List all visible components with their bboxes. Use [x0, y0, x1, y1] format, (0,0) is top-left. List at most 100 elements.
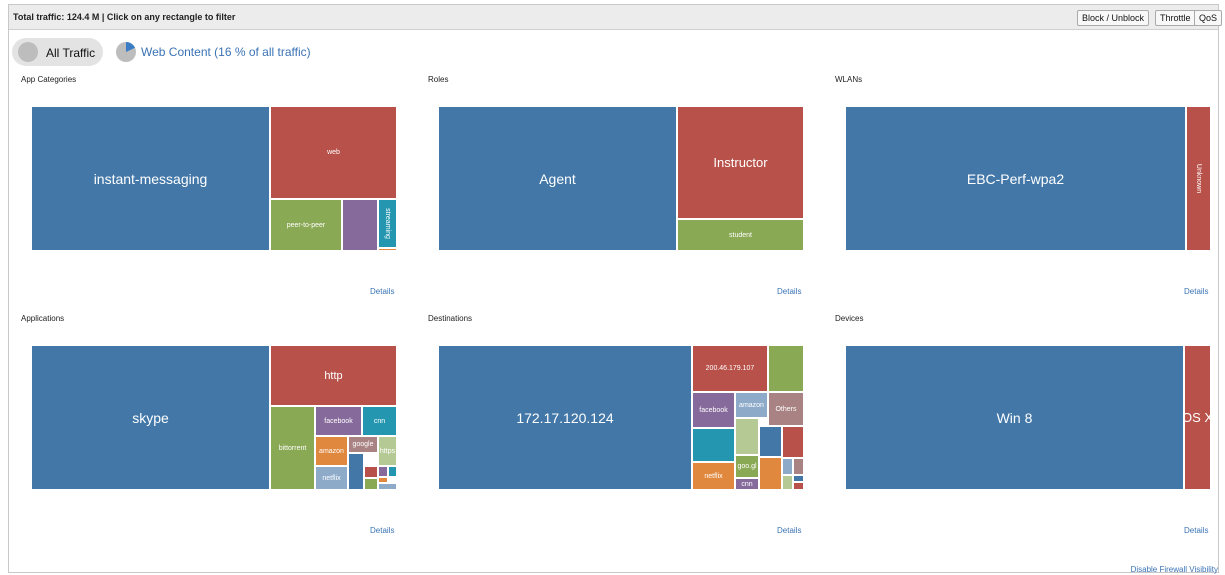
treemap-cell-unlabeled-10[interactable] — [364, 466, 378, 478]
treemap-cell-unlabeled-5[interactable] — [378, 248, 397, 251]
treemap-cell-skype[interactable]: skype — [31, 345, 270, 490]
treemap-cell-others[interactable]: Others — [768, 392, 804, 426]
all-traffic-label: All Traffic — [46, 46, 96, 60]
wlans-title: WLANs — [835, 75, 863, 84]
treemap-cell-unlabeled-15[interactable] — [378, 483, 397, 490]
treemap-cell-unlabeled-2[interactable] — [768, 345, 804, 392]
app-categories-details-link[interactable]: Details — [370, 287, 394, 296]
treemap-cell-http[interactable]: http — [270, 345, 397, 406]
throttle-button[interactable]: Throttle — [1155, 10, 1196, 26]
treemap-cell-facebook[interactable]: facebook — [692, 392, 735, 428]
treemap-cell-facebook[interactable]: facebook — [315, 406, 362, 436]
treemap-cell-unlabeled-16[interactable] — [782, 475, 793, 490]
treemap-cell-unlabeled-8[interactable] — [759, 426, 782, 457]
treemap-cell-label: peer-to-peer — [286, 221, 326, 229]
treemap-cell-label: cnn — [741, 480, 753, 488]
treemap-cell-label: bittorrent — [278, 444, 307, 452]
treemap-cell-label: cnn — [373, 417, 386, 425]
treemap-cell-label: 200.46.179.107 — [705, 365, 755, 372]
roles-title: Roles — [428, 75, 449, 84]
treemap-cell-unlabeled-7[interactable] — [735, 418, 759, 455]
wlans-details-link[interactable]: Details — [1184, 287, 1208, 296]
treemap-cell-instructor[interactable]: Instructor — [677, 106, 804, 219]
treemap-cell-unlabeled-12[interactable] — [364, 478, 378, 490]
treemap-cell-unknown[interactable]: Unknown — [1186, 106, 1211, 251]
roles-treemap: Agent Instructor student — [438, 106, 804, 251]
treemap-cell-unlabeled-11[interactable] — [378, 466, 388, 477]
treemap-cell-amazon[interactable]: amazon — [735, 392, 768, 418]
treemap-cell-label: Win 8 — [996, 409, 1033, 426]
treemap-cell-instant-messaging[interactable]: instant-messaging — [31, 106, 270, 251]
treemap-cell-label: facebook — [699, 406, 728, 414]
devices-details-link[interactable]: Details — [1184, 526, 1208, 535]
treemap-cell-200-46-179-107[interactable]: 200.46.179.107 — [692, 345, 768, 392]
treemap-cell-label: Agent — [539, 170, 576, 187]
disable-firewall-visibility-link[interactable]: Disable Firewall Visibility — [1131, 565, 1218, 574]
treemap-cell-netflix[interactable]: netflix — [692, 462, 735, 490]
treemap-cell-label: streaming — [384, 208, 392, 239]
treemap-cell-label: http — [324, 369, 343, 382]
treemap-cell-netflix[interactable]: netflix — [315, 466, 348, 490]
treemap-cell-unlabeled-9[interactable] — [782, 426, 804, 458]
treemap-cell-label: amazon — [319, 447, 344, 455]
treemap-cell-cnn[interactable]: cnn — [362, 406, 397, 436]
treemap-cell-peer-to-peer[interactable]: peer-to-peer — [270, 199, 342, 251]
treemap-cell-unlabeled-6[interactable] — [692, 428, 735, 462]
treemap-cell-ebc-perf-wpa2[interactable]: EBC-Perf-wpa2 — [845, 106, 1186, 251]
treemap-cell-unlabeled-3[interactable] — [342, 199, 378, 251]
treemap-cell-label: instant-messaging — [93, 170, 208, 187]
treemap-cell-unlabeled-15[interactable] — [759, 457, 782, 490]
treemap-cell-os-x[interactable]: OS X — [1184, 345, 1211, 490]
treemap-cell-label: OS X — [1185, 410, 1210, 425]
app-categories-title: App Categories — [21, 75, 77, 84]
treemap-cell-label: amazon — [739, 401, 764, 409]
treemap-cell-label: https — [379, 447, 396, 455]
all-traffic-filter[interactable]: All Traffic — [12, 38, 103, 66]
treemap-cell-unlabeled-18[interactable] — [793, 482, 804, 490]
treemap-cell-amazon[interactable]: amazon — [315, 436, 348, 466]
treemap-cell-172-17-120-124[interactable]: 172.17.120.124 — [438, 345, 692, 490]
devices-treemap: Win 8 OS X — [845, 345, 1211, 490]
applications-details-link[interactable]: Details — [370, 526, 394, 535]
treemap-cell-google[interactable]: google — [348, 436, 378, 453]
treemap-cell-agent[interactable]: Agent — [438, 106, 677, 251]
treemap-cell-label: Instructor — [713, 155, 768, 170]
treemap-cell-label: netflix — [704, 472, 723, 480]
treemap-cell-label: facebook — [324, 417, 353, 425]
treemap-cell-unlabeled-9[interactable] — [348, 453, 364, 490]
treemap-cell-web[interactable]: web — [270, 106, 397, 199]
treemap-cell-unlabeled-11[interactable] — [782, 458, 793, 475]
total-traffic-label: Total traffic: 124.4 M | Click on any re… — [13, 12, 236, 22]
qos-button[interactable]: QoS — [1194, 10, 1223, 26]
destinations-title: Destinations — [428, 314, 473, 323]
treemap-cell-streaming[interactable]: streaming — [378, 199, 397, 248]
treemap-cell-win-8[interactable]: Win 8 — [845, 345, 1184, 490]
treemap-cell-goo-gl[interactable]: goo.gl — [735, 455, 759, 478]
devices-title: Devices — [835, 314, 864, 323]
web-content-filter-link[interactable]: Web Content (16 % of all traffic) — [141, 45, 311, 59]
treemap-cell-https[interactable]: https — [378, 436, 397, 466]
treemap-cell-unlabeled-13[interactable] — [388, 466, 397, 477]
treemap-cell-label: google — [352, 441, 374, 448]
treemap-cell-label: goo.gl — [737, 463, 757, 470]
treemap-cell-unlabeled-17[interactable] — [793, 475, 804, 482]
treemap-cell-cnn[interactable]: cnn — [735, 478, 759, 490]
all-traffic-pie-icon — [18, 42, 38, 62]
block-unblock-button[interactable]: Block / Unblock — [1077, 10, 1150, 26]
treemap-cell-label: web — [327, 149, 340, 156]
applications-treemap: skype http bittorrent facebook cnn amazon goog… — [31, 345, 397, 490]
treemap-cell-label: netflix — [322, 474, 341, 482]
treemap-cell-label: EBC-Perf-wpa2 — [966, 170, 1065, 187]
treemap-cell-bittorrent[interactable]: bittorrent — [270, 406, 315, 490]
destinations-treemap: 172.17.120.124 200.46.179.107 facebook amaz… — [438, 345, 804, 490]
app-categories-treemap: instant-messaging web peer-to-peer streamin… — [31, 106, 397, 251]
treemap-cell-label: skype — [132, 409, 169, 426]
treemap-cell-label: Others — [775, 405, 797, 413]
destinations-details-link[interactable]: Details — [777, 526, 801, 535]
treemap-cell-label: student — [729, 231, 752, 239]
wlans-treemap: EBC-Perf-wpa2 Unknown — [845, 106, 1211, 251]
treemap-cell-label: Unknown — [1195, 163, 1202, 194]
treemap-cell-student[interactable]: student — [677, 219, 804, 251]
treemap-cell-unlabeled-12[interactable] — [793, 458, 804, 475]
roles-details-link[interactable]: Details — [777, 287, 801, 296]
